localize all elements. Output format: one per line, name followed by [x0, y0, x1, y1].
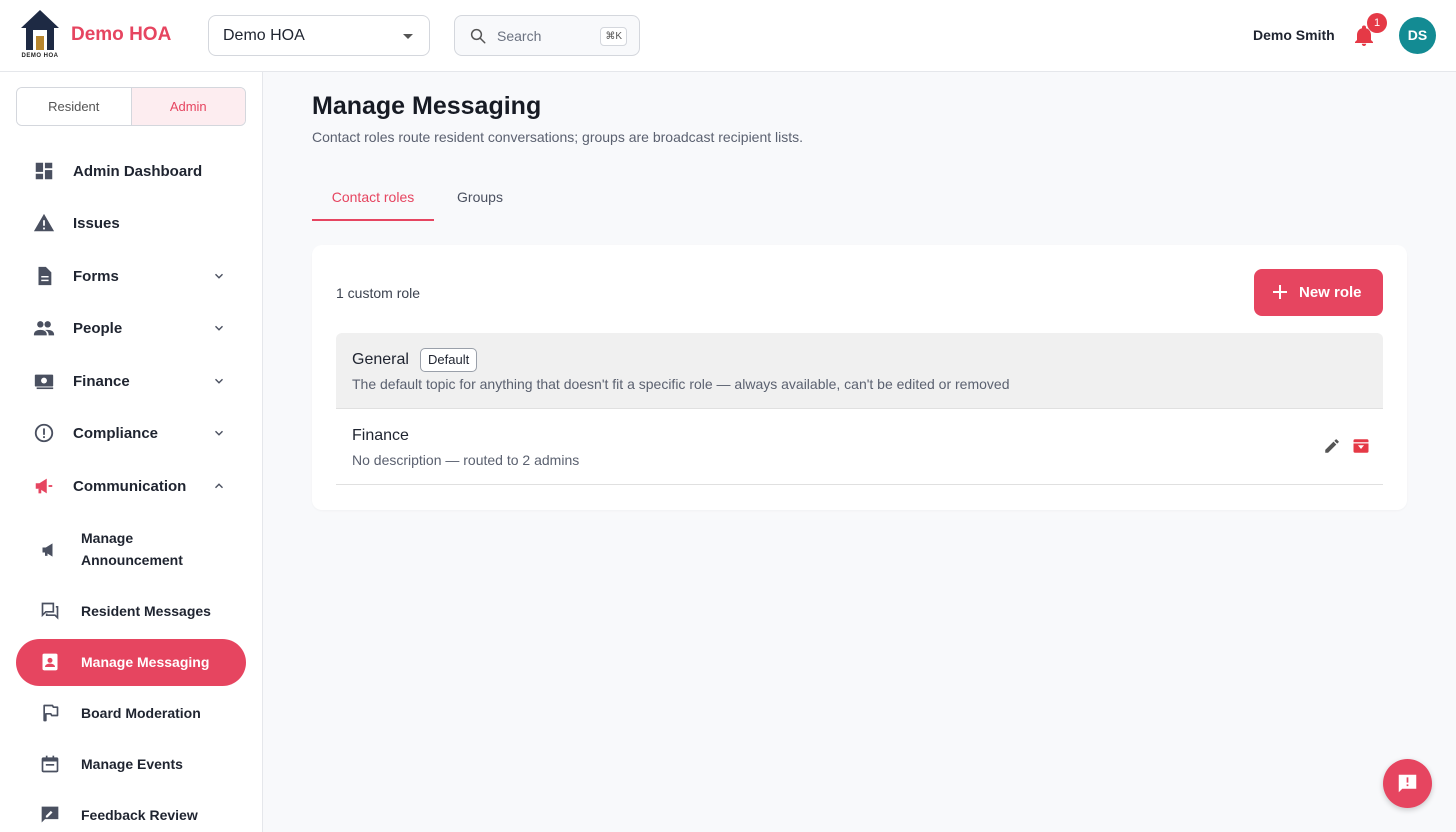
sidebar-item-admin-dashboard[interactable]: Admin Dashboard — [16, 148, 246, 194]
sidebar-subitem-manage-messaging[interactable]: Manage Messaging — [16, 639, 246, 686]
new-role-label: New role — [1299, 284, 1362, 301]
avatar[interactable]: DS — [1399, 17, 1436, 54]
sidebar-item-label: Feedback Review — [81, 807, 198, 823]
logo-caption: DEMO HOA — [21, 53, 59, 59]
search-shortcut: ⌘K — [600, 27, 627, 46]
sidebar-item-label: Board Moderation — [81, 705, 201, 721]
sidebar-item-finance[interactable]: Finance — [16, 358, 246, 404]
sidebar-item-communication[interactable]: Communication — [16, 463, 246, 509]
sidebar-item-label: Forms — [73, 268, 119, 285]
mode-resident-button[interactable]: Resident — [17, 88, 132, 125]
sidebar-item-compliance[interactable]: Compliance — [16, 410, 246, 456]
dashboard-icon — [35, 162, 53, 180]
new-role-button[interactable]: New role — [1254, 269, 1383, 316]
feedback-fab[interactable] — [1383, 759, 1432, 808]
sidebar-item-label: Issues — [73, 215, 120, 232]
sidebar-item-label: Compliance — [73, 425, 159, 442]
notification-badge: 1 — [1367, 13, 1387, 33]
chevron-down-icon — [215, 273, 223, 279]
user-name[interactable]: Demo Smith — [1253, 27, 1335, 43]
page-subtitle: Contact roles route resident conversatio… — [312, 129, 804, 145]
top-header: DEMO HOA Demo HOA Demo HOA Search ⌘K Dem… — [0, 0, 1456, 72]
sidebar-item-label: Communication — [73, 478, 187, 495]
role-name: Finance — [352, 427, 409, 444]
people-icon — [33, 321, 55, 336]
sidebar-item-label: Manage Events — [81, 756, 183, 772]
role-count: 1 custom role — [336, 285, 421, 301]
sidebar-item-issues[interactable]: Issues — [16, 200, 246, 246]
role-row-finance: Finance No description — routed to 2 adm… — [336, 409, 1383, 485]
sidebar-item-label: People — [73, 320, 123, 337]
sidebar-subitem-manage-announcement[interactable]: Manage Announcement — [16, 521, 246, 579]
contact-card-icon — [42, 653, 58, 671]
document-icon — [38, 266, 52, 286]
brand-name[interactable]: Demo HOA — [71, 24, 171, 46]
tab-contact-roles[interactable]: Contact roles — [312, 178, 434, 221]
sidebar-item-forms[interactable]: Forms — [16, 253, 246, 299]
role-description: The default topic for anything that does… — [352, 376, 1010, 392]
default-badge: Default — [420, 348, 478, 372]
money-icon — [34, 374, 54, 390]
search-placeholder: Search — [497, 28, 542, 44]
sidebar-subitem-feedback-review[interactable]: Feedback Review — [16, 792, 246, 832]
tab-groups[interactable]: Groups — [442, 178, 518, 221]
contact-roles-card: 1 custom role New role General Default T… — [312, 245, 1407, 510]
alert-circle-icon — [34, 423, 54, 443]
hoa-logo[interactable]: DEMO HOA — [18, 8, 62, 62]
chat-alert-icon — [1398, 774, 1417, 793]
search-icon — [470, 28, 486, 44]
archive-icon[interactable] — [1352, 437, 1370, 455]
role-row-general: General Default The default topic for an… — [336, 333, 1383, 409]
sidebar-item-label: Manage Announcement — [81, 530, 183, 568]
sidebar-subitem-board-moderation[interactable]: Board Moderation — [16, 690, 246, 736]
sidebar-subitem-manage-events[interactable]: Manage Events — [16, 741, 246, 787]
plus-icon — [1273, 285, 1287, 299]
chevron-down-icon — [215, 378, 223, 384]
warning-icon — [33, 213, 55, 232]
mode-toggle: Resident Admin — [16, 87, 246, 126]
chevron-down-icon — [215, 430, 223, 436]
sidebar-item-label: Resident Messages — [81, 603, 211, 619]
sidebar: Resident Admin Admin Dashboard Issues Fo… — [0, 72, 263, 832]
sidebar-item-label: Manage Messaging — [81, 654, 210, 670]
role-description: No description — routed to 2 admins — [352, 452, 580, 468]
megaphone-icon — [42, 543, 53, 557]
sidebar-item-label: Finance — [73, 373, 130, 390]
hoa-selector[interactable]: Demo HOA — [208, 15, 430, 56]
sidebar-item-label: Admin Dashboard — [73, 163, 203, 180]
page-title: Manage Messaging — [312, 92, 542, 120]
flag-icon — [43, 704, 59, 722]
search-box[interactable]: Search ⌘K — [454, 15, 640, 56]
chevron-up-icon — [215, 483, 223, 489]
hoa-selector-value: Demo HOA — [223, 27, 305, 44]
sidebar-item-people[interactable]: People — [16, 305, 246, 351]
calendar-icon — [41, 755, 59, 773]
caret-down-icon — [403, 34, 413, 39]
edit-icon[interactable] — [1323, 437, 1341, 455]
role-name: General — [352, 351, 409, 368]
sidebar-subitem-resident-messages[interactable]: Resident Messages — [16, 588, 246, 634]
feedback-icon — [41, 806, 59, 823]
mode-admin-button[interactable]: Admin — [131, 88, 245, 125]
forum-icon — [41, 602, 59, 620]
house-logo-icon — [21, 10, 59, 50]
megaphone-icon — [35, 478, 53, 494]
chevron-down-icon — [215, 325, 223, 331]
